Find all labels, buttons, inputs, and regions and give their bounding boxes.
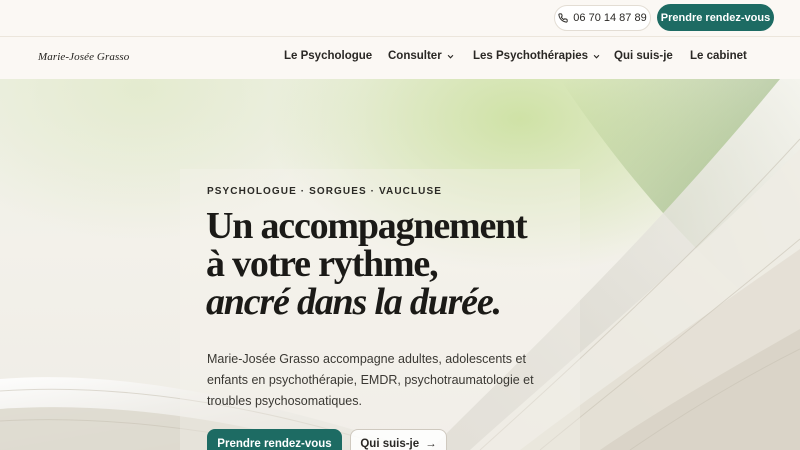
nav-item-label: Le Psychologue — [284, 50, 373, 62]
hero-section: PSYCHOLOGUE · SORGUES · VAUCLUSE Un acco… — [0, 79, 800, 450]
arrow-right-icon: → — [425, 438, 437, 450]
nav-item-label: Les Psychothérapies — [473, 50, 589, 62]
headline-line-2: à votre rythme, — [206, 243, 439, 285]
phone-button[interactable]: 06 70 14 87 89 — [554, 5, 651, 31]
nav-item-qui-suis-je[interactable]: Qui suis-je — [614, 50, 673, 62]
book-appointment-button[interactable]: Prendre rendez-vous — [207, 429, 342, 450]
nav-item-label: Le cabinet — [690, 50, 747, 62]
nav-item-consulter[interactable]: Consulter — [388, 50, 454, 62]
hero-headline: Un accompagnement à votre rythme, ancré … — [206, 205, 528, 323]
about-me-button-label: Qui suis-je — [360, 438, 420, 450]
headline-line-3: ancré dans la durée. — [206, 281, 502, 323]
hero-eyebrow: PSYCHOLOGUE · SORGUES · VAUCLUSE — [207, 186, 443, 197]
about-me-button[interactable]: Qui suis-je → — [350, 429, 447, 450]
nav-item-les-psychotherapies[interactable]: Les Psychothérapies — [473, 50, 600, 62]
phone-icon — [558, 13, 568, 23]
headline-line-1: Un accompagnement — [206, 205, 528, 247]
nav-item-label: Qui suis-je — [614, 50, 673, 62]
nav-item-le-cabinet[interactable]: Le cabinet — [690, 50, 747, 62]
book-appointment-button-top[interactable]: Prendre rendez-vous — [657, 4, 774, 31]
hero-description: Marie-Josée Grasso accompagne adultes, a… — [207, 352, 534, 408]
main-nav: Marie-Josée Grasso Le Psychologue Consul… — [0, 36, 800, 79]
phone-number: 06 70 14 87 89 — [573, 12, 647, 24]
chevron-down-icon — [447, 54, 454, 59]
nav-item-label: Consulter — [388, 50, 442, 62]
chevron-down-icon — [593, 54, 600, 59]
brand-logo[interactable]: Marie-Josée Grasso — [38, 51, 129, 63]
top-bar: 06 70 14 87 89 Prendre rendez-vous — [0, 0, 800, 36]
nav-item-le-psychologue[interactable]: Le Psychologue — [284, 50, 372, 62]
